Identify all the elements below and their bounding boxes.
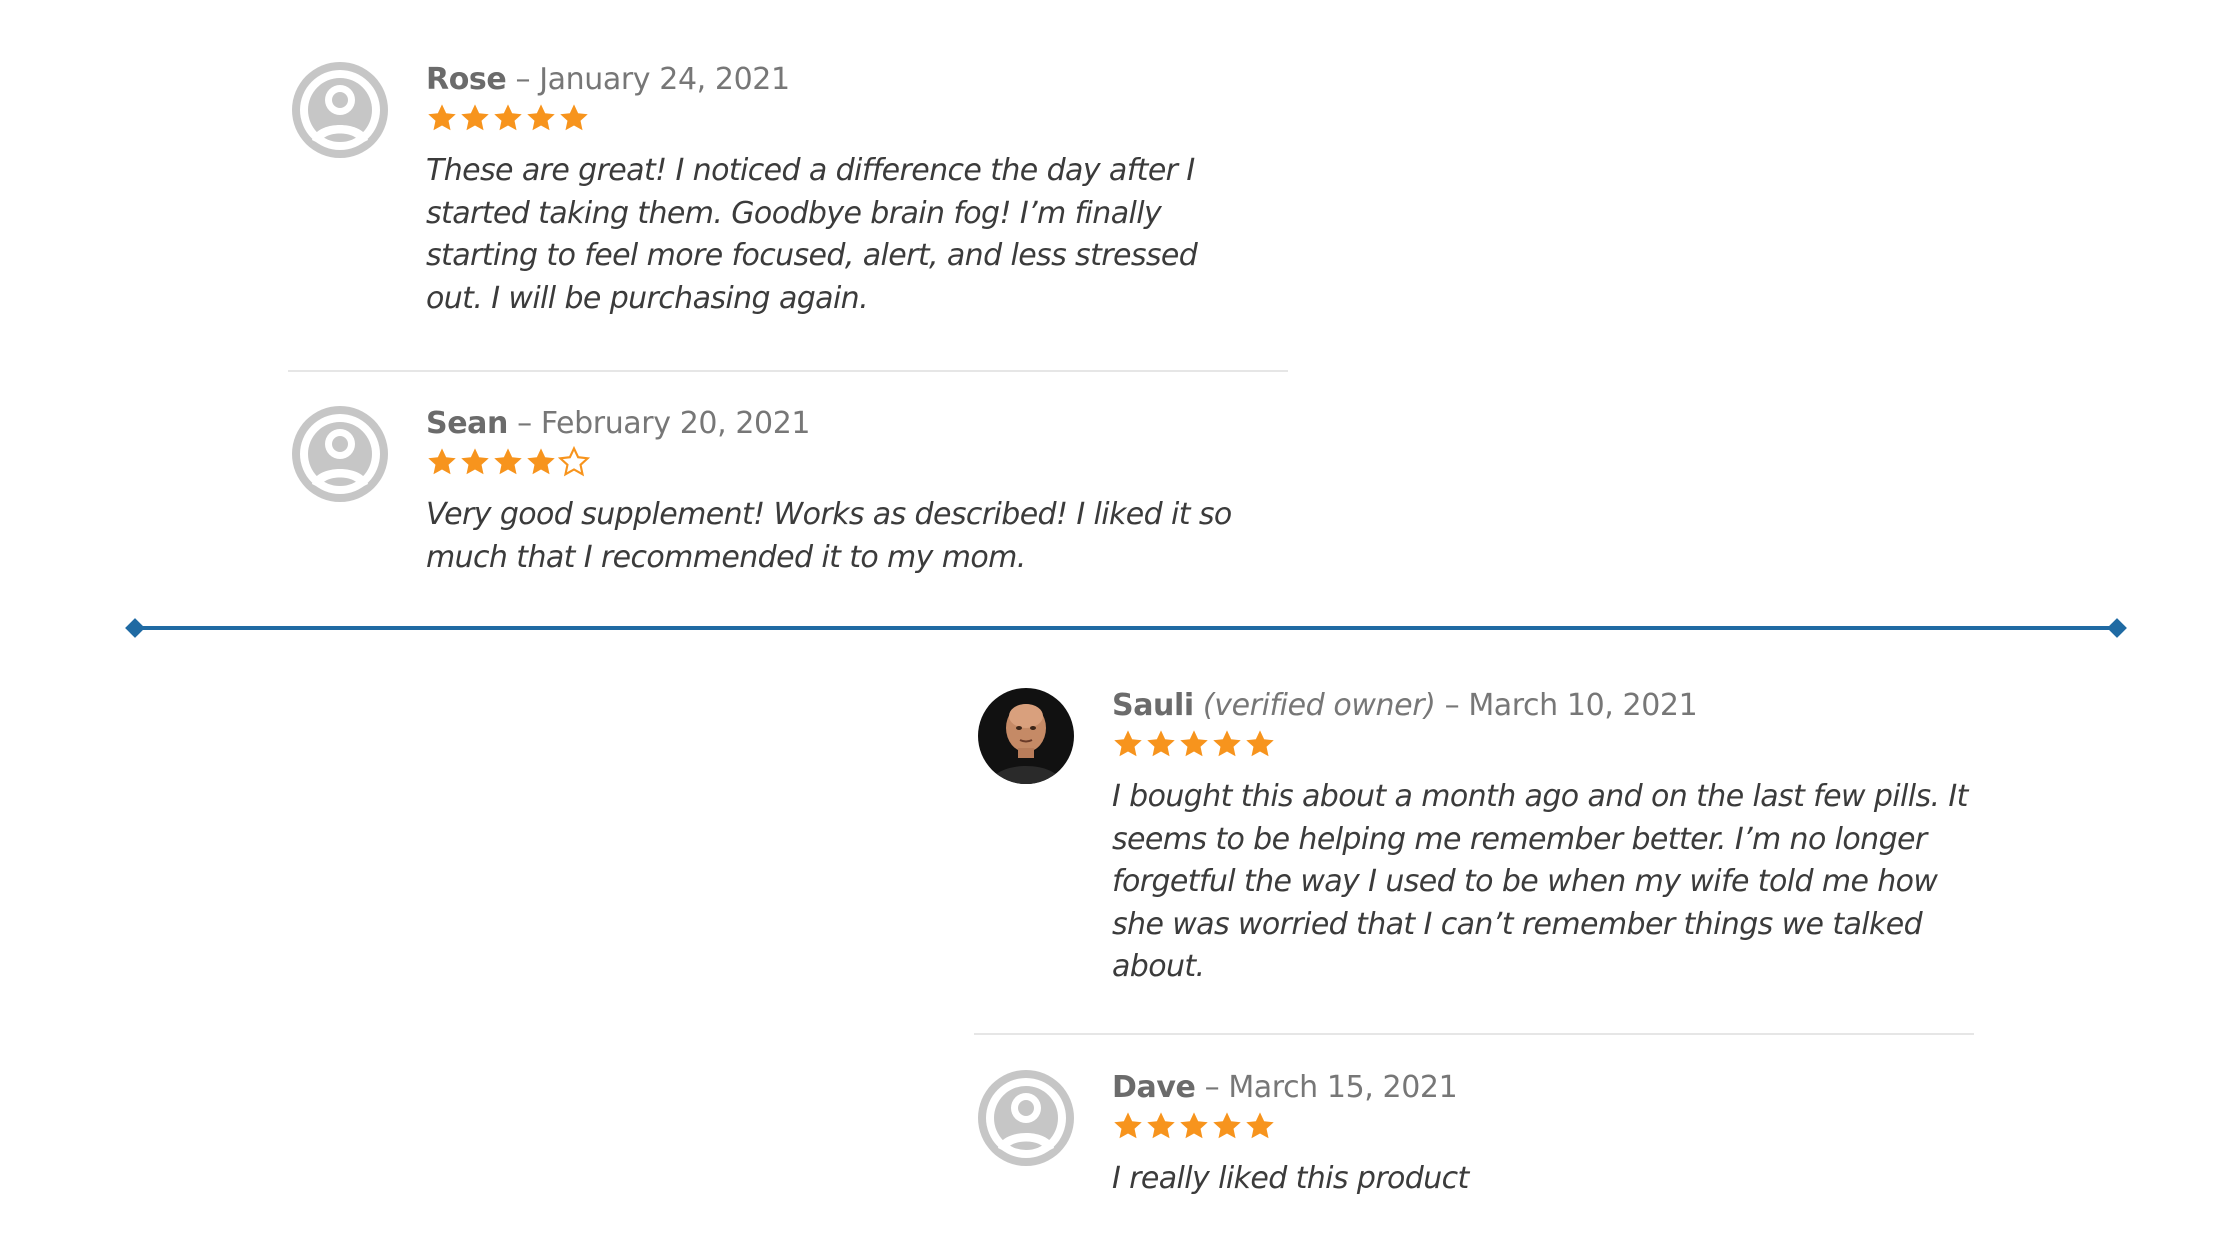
review-content: Dave – March 15, 2021 I really liked thi…: [1112, 1070, 1972, 1201]
star-filled-icon: [1145, 1110, 1177, 1142]
star-filled-icon: [1112, 1110, 1144, 1142]
review-meta: Sauli (verified owner) – March 10, 2021: [1112, 688, 1972, 724]
date-separator: –: [1435, 688, 1469, 723]
star-filled-icon: [459, 102, 491, 134]
star-rating: [1112, 728, 1972, 766]
star-rating: [426, 102, 1246, 140]
star-filled-icon: [1211, 1110, 1243, 1142]
review-content: Rose – January 24, 2021 These are great!…: [426, 62, 1246, 320]
reviews-page: Rose – January 24, 2021 These are great!…: [0, 0, 2240, 1260]
star-filled-icon: [1178, 728, 1210, 760]
review-meta: Rose – January 24, 2021: [426, 62, 1246, 98]
star-filled-icon: [492, 102, 524, 134]
star-filled-icon: [426, 102, 458, 134]
review-date: January 24, 2021: [539, 62, 790, 97]
date-separator: –: [1195, 1070, 1229, 1105]
review-date: March 15, 2021: [1228, 1070, 1458, 1105]
section-divider: [138, 626, 2118, 630]
review-separator: [288, 370, 1288, 372]
star-empty-icon: [558, 446, 590, 478]
review-author: Sauli: [1112, 688, 1194, 723]
star-filled-icon: [459, 446, 491, 478]
star-filled-icon: [1112, 728, 1144, 760]
review-author: Sean: [426, 406, 508, 441]
date-separator: –: [507, 406, 541, 441]
star-filled-icon: [426, 446, 458, 478]
review-text: I bought this about a month ago and on t…: [1112, 779, 1968, 984]
review-content: Sauli (verified owner) – March 10, 2021 …: [1112, 688, 1972, 989]
star-filled-icon: [1211, 728, 1243, 760]
review-text: Very good supplement! Works as described…: [426, 497, 1232, 575]
star-filled-icon: [1244, 728, 1276, 760]
review-text: These are great! I noticed a difference …: [426, 153, 1198, 316]
default-avatar-icon: [292, 62, 388, 158]
date-separator: –: [506, 62, 540, 97]
star-filled-icon: [1178, 1110, 1210, 1142]
review-date: February 20, 2021: [540, 406, 811, 441]
review-meta: Dave – March 15, 2021: [1112, 1070, 1972, 1106]
star-filled-icon: [558, 102, 590, 134]
review-author: Dave: [1112, 1070, 1196, 1105]
review-content: Sean – February 20, 2021 Very good suppl…: [426, 406, 1246, 579]
verified-owner-label: (verified owner): [1193, 688, 1436, 723]
star-filled-icon: [525, 102, 557, 134]
user-photo-icon: [978, 688, 1074, 784]
review-date: March 10, 2021: [1468, 688, 1698, 723]
star-filled-icon: [1244, 1110, 1276, 1142]
default-avatar-icon: [978, 1070, 1074, 1166]
review-meta: Sean – February 20, 2021: [426, 406, 1246, 442]
star-filled-icon: [1145, 728, 1177, 760]
star-rating: [426, 446, 1246, 484]
divider-right-diamond: [2107, 618, 2127, 638]
review-author: Rose: [426, 62, 507, 97]
review-separator: [974, 1033, 1974, 1035]
star-filled-icon: [525, 446, 557, 478]
review-text: I really liked this product: [1112, 1161, 1469, 1196]
star-filled-icon: [492, 446, 524, 478]
default-avatar-icon: [292, 406, 388, 502]
star-rating: [1112, 1110, 1972, 1148]
